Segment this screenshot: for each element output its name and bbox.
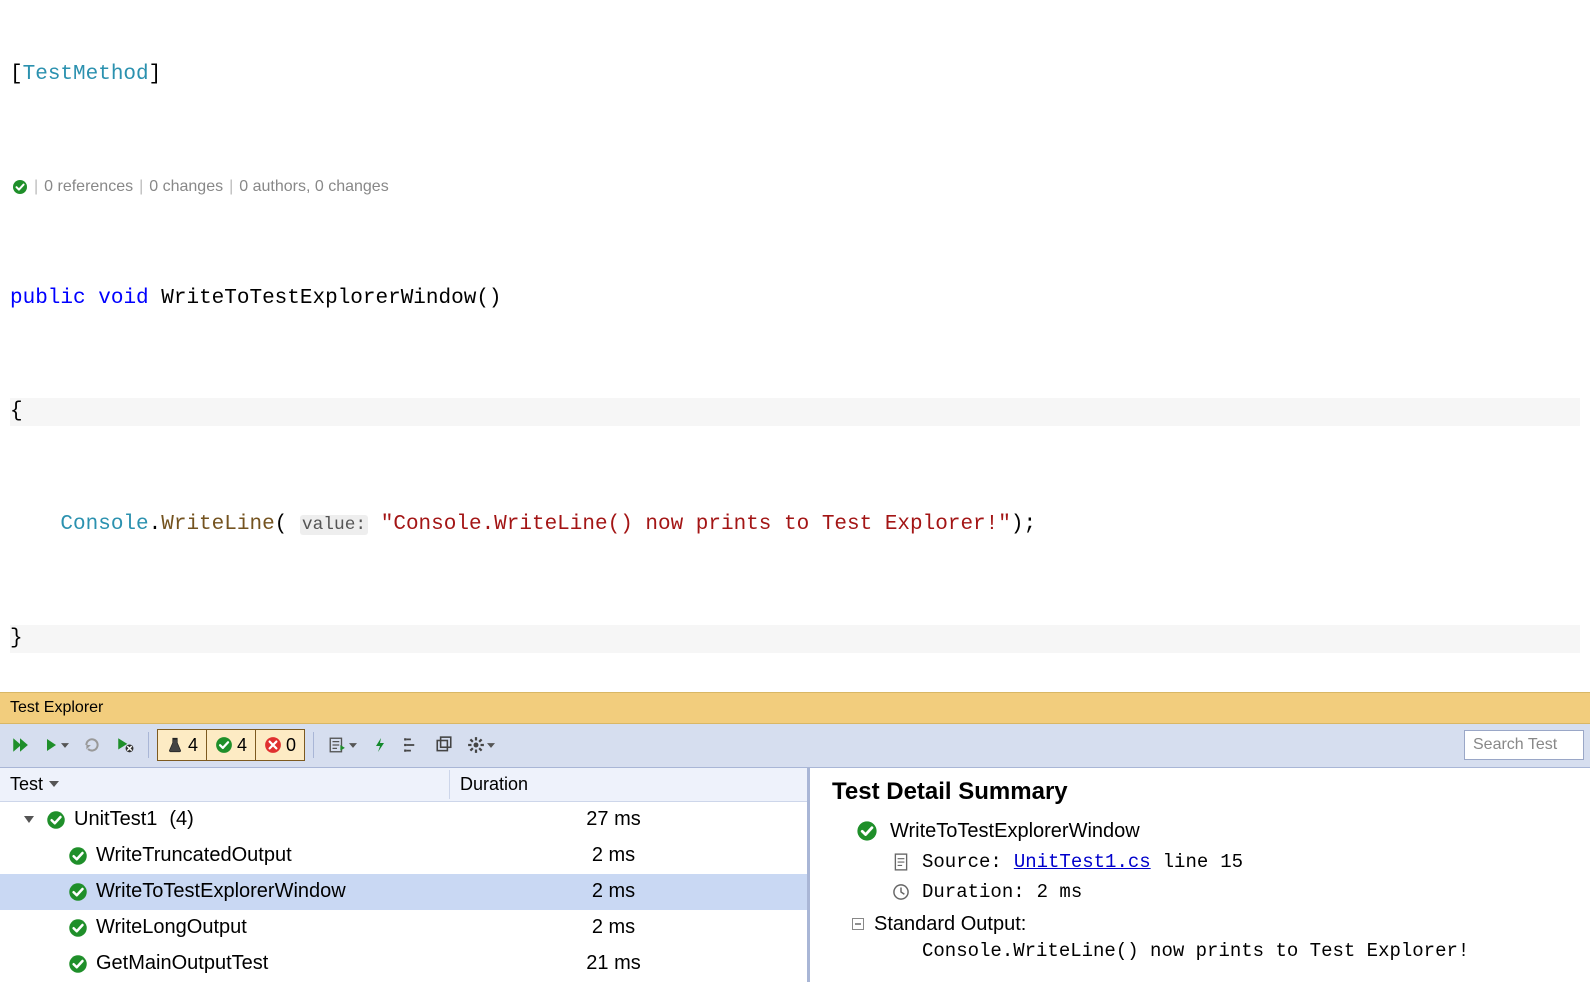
- pass-icon: [68, 918, 88, 938]
- hierarchy-icon: [403, 736, 421, 754]
- playlist-icon: [327, 736, 347, 754]
- panel-title-text: Test Explorer: [10, 699, 103, 716]
- toolbar-separator: [148, 732, 149, 758]
- sort-caret-icon: [49, 781, 59, 787]
- expander-icon[interactable]: [24, 816, 34, 823]
- detail-duration-row: Duration: 2 ms: [832, 877, 1576, 907]
- run-after-build-button[interactable]: [366, 730, 394, 760]
- test-counters: 4 4 0: [157, 729, 305, 761]
- run-all-icon: [11, 736, 29, 754]
- test-name: WriteTruncatedOutput: [96, 844, 292, 867]
- detail-source-file-link[interactable]: UnitTest1.cs: [1014, 851, 1151, 873]
- run-button[interactable]: [38, 730, 74, 760]
- column-header-test[interactable]: Test: [0, 770, 450, 799]
- code-line-body: Console.WriteLine( value: "Console.Write…: [10, 511, 1580, 539]
- group-count: (4): [169, 808, 193, 831]
- counter-passed[interactable]: 4: [207, 730, 256, 760]
- test-duration: 21 ms: [450, 952, 807, 975]
- test-row[interactable]: WriteToTestExplorerWindow 2 ms: [0, 874, 807, 910]
- test-row[interactable]: WriteTruncatedOutput 2 ms: [0, 838, 807, 874]
- codelens-bar[interactable]: | 0 references | 0 changes | 0 authors, …: [10, 174, 1580, 200]
- caret-down-icon: [61, 743, 69, 748]
- test-explorer-toolbar: 4 4 0 Search Test: [0, 724, 1590, 768]
- detail-test-name-row: WriteToTestExplorerWindow: [832, 816, 1576, 847]
- detail-stdout-value: Console.WriteLine() now prints to Test E…: [852, 940, 1576, 962]
- counter-failed-value: 0: [286, 735, 296, 756]
- test-row[interactable]: WriteLongOutput 2 ms: [0, 910, 807, 946]
- separator-icon: |: [139, 176, 143, 198]
- pass-icon: [68, 954, 88, 974]
- test-duration: 2 ms: [450, 880, 807, 903]
- test-group-row[interactable]: UnitTest1 (4) 27 ms: [0, 802, 807, 838]
- pass-icon: [12, 179, 28, 195]
- panel-title-bar[interactable]: Test Explorer: [0, 692, 1590, 724]
- code-line-signature: public void WriteToTestExplorerWindow(): [10, 285, 1580, 313]
- clock-icon: [892, 883, 910, 901]
- detail-source-label: Source:: [922, 851, 1002, 873]
- codelens-authors[interactable]: 0 authors, 0 changes: [239, 176, 388, 198]
- collapse-box-icon[interactable]: [852, 918, 864, 930]
- test-name: WriteLongOutput: [96, 916, 247, 939]
- play-stop-icon: [115, 736, 135, 754]
- flask-icon: [166, 736, 184, 754]
- group-duration: 27 ms: [450, 808, 807, 831]
- test-name: GetMainOutputTest: [96, 952, 268, 975]
- search-input[interactable]: Search Test: [1464, 730, 1584, 760]
- group-by-button[interactable]: [398, 730, 426, 760]
- run-failed-button[interactable]: [110, 730, 140, 760]
- pass-icon: [215, 736, 233, 754]
- play-icon: [43, 737, 59, 753]
- repeat-button[interactable]: [78, 730, 106, 760]
- group-name: UnitTest1: [74, 808, 157, 831]
- counter-total-value: 4: [188, 735, 198, 756]
- gear-icon: [467, 736, 485, 754]
- tree-header: Test Duration: [0, 768, 807, 802]
- lightning-icon: [372, 736, 388, 754]
- test-duration: 2 ms: [450, 844, 807, 867]
- test-duration: 2 ms: [450, 916, 807, 939]
- code-line-brace-open: {: [10, 398, 1580, 426]
- refresh-icon: [83, 736, 101, 754]
- counter-failed[interactable]: 0: [256, 730, 304, 760]
- detail-duration-value: 2 ms: [1037, 881, 1083, 903]
- counter-passed-value: 4: [237, 735, 247, 756]
- detail-test-name: WriteToTestExplorerWindow: [890, 820, 1140, 843]
- pass-icon: [856, 820, 878, 842]
- detail-stdout-block: Standard Output: Console.WriteLine() now…: [832, 913, 1576, 962]
- pass-icon: [46, 810, 66, 830]
- detail-source-line-label: line: [1163, 851, 1209, 873]
- test-tree-pane: Test Duration UnitTest1 (4) 27 ms: [0, 768, 810, 982]
- test-name: WriteToTestExplorerWindow: [96, 880, 346, 903]
- column-header-duration[interactable]: Duration: [450, 770, 807, 799]
- toolbar-separator: [313, 732, 314, 758]
- search-placeholder: Search Test: [1473, 736, 1557, 754]
- code-line-attribute: [TestMethod]: [10, 61, 1580, 89]
- windows-button[interactable]: [430, 730, 458, 760]
- code-line-brace-close: }: [10, 625, 1580, 653]
- test-row[interactable]: GetMainOutputTest 21 ms: [0, 946, 807, 982]
- file-icon: [892, 853, 910, 871]
- detail-source-line: 15: [1220, 851, 1243, 873]
- separator-icon: |: [34, 176, 38, 198]
- codelens-references[interactable]: 0 references: [44, 176, 133, 198]
- codelens-changes[interactable]: 0 changes: [149, 176, 223, 198]
- counter-total[interactable]: 4: [158, 730, 207, 760]
- detail-duration-label: Duration:: [922, 881, 1025, 903]
- separator-icon: |: [229, 176, 233, 198]
- settings-button[interactable]: [462, 730, 500, 760]
- detail-stdout-label: Standard Output:: [874, 913, 1026, 936]
- detail-source-row: Source: UnitTest1.cs line 15: [832, 847, 1576, 877]
- playlist-button[interactable]: [322, 730, 362, 760]
- detail-title: Test Detail Summary: [832, 778, 1576, 806]
- run-all-button[interactable]: [6, 730, 34, 760]
- pass-icon: [68, 882, 88, 902]
- caret-down-icon: [349, 743, 357, 748]
- caret-down-icon: [487, 743, 495, 748]
- code-editor[interactable]: [TestMethod] | 0 references | 0 changes …: [0, 0, 1590, 692]
- windows-icon: [435, 736, 453, 754]
- fail-icon: [264, 736, 282, 754]
- test-detail-pane: Test Detail Summary WriteToTestExplorerW…: [810, 768, 1590, 982]
- pass-icon: [68, 846, 88, 866]
